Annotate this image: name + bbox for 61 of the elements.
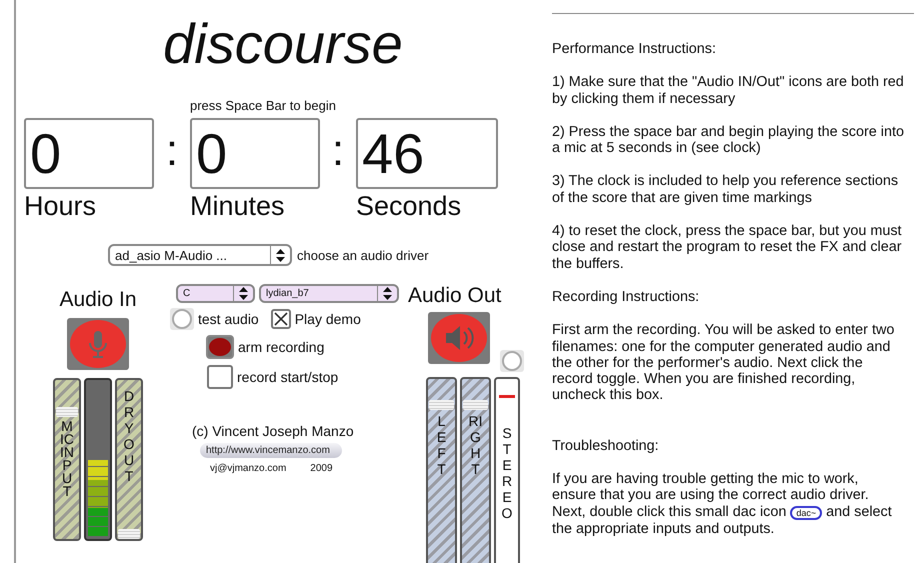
updown-arrows-icon xyxy=(276,248,285,262)
microphone-icon xyxy=(69,319,127,369)
start-prompt: press Space Bar to begin xyxy=(190,98,336,113)
fader[interactable]: MIC INPUT xyxy=(53,378,81,541)
play-demo-checkbox[interactable] xyxy=(270,309,291,329)
fader[interactable]: RIGHT xyxy=(460,377,491,563)
fader[interactable]: LEFT xyxy=(426,377,457,563)
clock-display: 0 xyxy=(24,118,154,189)
driver-dropdown[interactable]: ad_asio M-Audio ... xyxy=(108,244,292,266)
fader-thumb[interactable] xyxy=(118,529,140,540)
key-dropdown[interactable]: C xyxy=(176,284,255,303)
arm-recording-label: arm recording xyxy=(238,339,324,355)
stereo-toggle[interactable] xyxy=(500,350,524,372)
app-title: discourse xyxy=(163,14,403,74)
stereo-label: STEREO xyxy=(500,425,514,521)
fader-label: LEFT xyxy=(436,413,448,477)
website-link[interactable]: http://www.vincemanzo.com xyxy=(200,443,342,458)
scale-dropdown[interactable]: lydian_b7 xyxy=(259,284,399,303)
instruction-text: First arm the recording. You will be asked to enter two filenames: one for the computer generated audio and the other for the performer's audio. Next click the record toggle. When you are finished recording, uncheck this box. xyxy=(552,322,896,404)
record-dot-icon xyxy=(209,338,231,356)
clock-unit-label: Hours xyxy=(24,191,96,222)
clock-unit-label: Seconds xyxy=(356,191,462,222)
audio-out-toggle[interactable] xyxy=(428,312,490,364)
instruction-text: 1) Make sure that the "Audio IN/Out" icons are both red by clicking them if necessary xyxy=(552,74,904,107)
record-label: record start/stop xyxy=(237,369,338,385)
fader-label: DRY OUT xyxy=(122,388,136,484)
dac-object-badge[interactable]: dac~ xyxy=(790,506,822,520)
fader-thumb[interactable] xyxy=(429,400,454,410)
fader-label: RIGHT xyxy=(468,413,482,477)
play-demo-label: Play demo xyxy=(294,311,361,327)
email-text: vj@vjmanzo.com xyxy=(210,463,286,474)
updown-arrows-icon xyxy=(383,287,392,300)
test-audio-toggle[interactable] xyxy=(170,308,194,330)
speaker-icon xyxy=(430,313,488,363)
check-x-icon xyxy=(274,312,288,326)
clock-display: 46 xyxy=(356,118,498,189)
section-label: Audio Out xyxy=(408,284,502,308)
test-audio-label: test audio xyxy=(198,311,259,327)
audio-in-toggle[interactable] xyxy=(67,318,129,370)
fader[interactable]: DRY OUT xyxy=(115,378,143,541)
fader-thumb[interactable] xyxy=(56,406,78,417)
fader-thumb[interactable] xyxy=(463,400,488,410)
instruction-text: 2) Press the space bar and begin playing the score into a mic at 5 seconds in (see clock) xyxy=(552,124,904,156)
driver-label: choose an audio driver xyxy=(297,248,429,262)
instruction-text: 3) The clock is included to help you reference sections of the score that are given time markings xyxy=(552,173,900,206)
section-heading: Recording Instructions: xyxy=(552,288,700,306)
updown-arrows-icon xyxy=(239,287,248,300)
arm-recording-toggle[interactable] xyxy=(206,335,234,359)
record-checkbox[interactable] xyxy=(207,365,233,389)
section-heading: Troubleshooting: xyxy=(552,438,660,454)
instruction-text: 4) to reset the clock, press the space bar, but you must close and restart the program to reset the FX and clear the buffers. xyxy=(552,223,903,272)
clock-separator: : xyxy=(164,126,180,176)
instruction-text: If you are having trouble getting the mic to work, ensure that you are using the correct audio driver. Next, double click this small dac icon dac~ and select the appropriate inputs and outputs. xyxy=(552,471,893,538)
fader-label: MIC INPUT xyxy=(60,420,74,498)
clock-unit-label: Minutes xyxy=(190,191,285,222)
clock-separator: : xyxy=(330,126,346,176)
section-label: Audio In xyxy=(59,288,137,312)
section-heading: Performance Instructions: xyxy=(552,41,717,58)
year-text: 2009 xyxy=(310,463,333,474)
clock-display: 0 xyxy=(190,118,320,189)
author-credit: (c) Vincent Joseph Manzo xyxy=(192,423,354,439)
